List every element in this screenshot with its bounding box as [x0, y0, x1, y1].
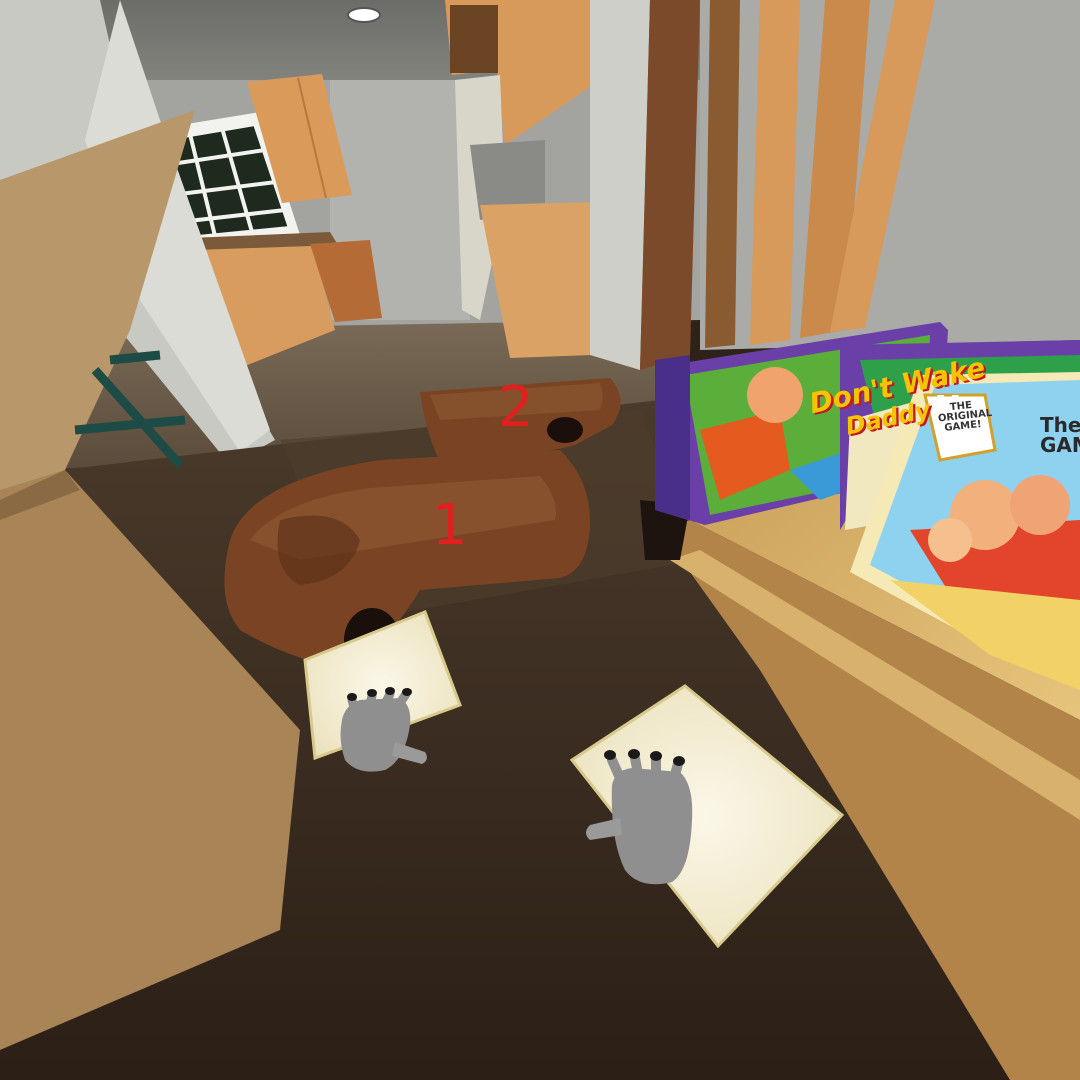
game-of-life-title-2: GAM — [1040, 433, 1080, 457]
marker-1-label: 1 — [432, 493, 468, 558]
marker-2-label: 2 — [498, 375, 534, 440]
pillar-right — [590, 0, 650, 370]
game-of-life-title: The GAM — [1040, 415, 1080, 455]
marker-1[interactable]: 1 — [432, 498, 468, 554]
upper-cabinet-mid-dark — [450, 5, 498, 73]
vr-scene: Don't Wake Daddy M THE ORIGINAL GAME! Th… — [0, 0, 1080, 1080]
original-game-badge: THE ORIGINAL GAME! — [937, 400, 993, 435]
ceiling-light-right — [347, 7, 381, 23]
scene-backdrop — [0, 0, 1080, 1080]
door-frame — [640, 0, 700, 370]
marker-2[interactable]: 2 — [498, 380, 534, 436]
slat-1 — [705, 0, 740, 348]
game-of-life-title-1: The — [1040, 413, 1080, 437]
